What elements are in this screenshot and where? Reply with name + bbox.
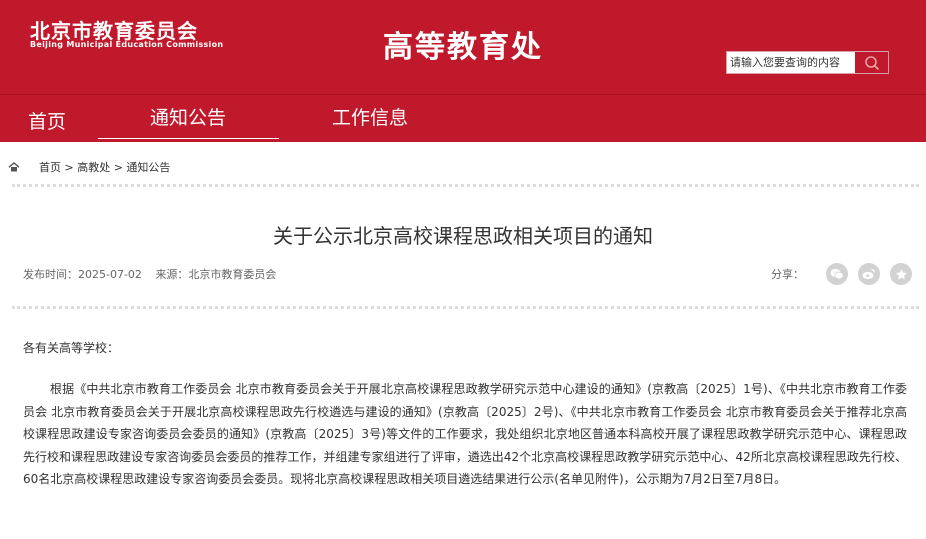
breadcrumb-text[interactable]: 首页 > 高教处 > 通知公告 [39,159,170,175]
share-bar: 分享： [771,263,912,285]
breadcrumb: 首页 > 高教处 > 通知公告 [8,158,170,176]
home-icon[interactable] [8,161,20,173]
wechat-icon[interactable] [826,263,848,285]
weibo-icon[interactable] [858,263,880,285]
article-source: 来源：北京市教育委员会 [155,268,277,281]
search-input[interactable] [727,52,855,73]
salutation: 各有关高等学校： [23,341,120,355]
site-header: 北京市教育委员会 Beijing Municipal Education Com… [0,0,926,94]
article-title: 关于公示北京高校课程思政相关项目的通知 [273,224,653,248]
main-nav: 首页 通知公告 工作信息 [0,94,926,142]
nav-item-home[interactable]: 首页 [28,107,66,134]
share-label: 分享： [771,268,804,281]
nav-item-notices[interactable]: 通知公告 [150,103,226,130]
article-paragraph: 根据《中共北京市教育工作委员会 北京市教育委员会关于开展北京高校课程思政教学研究… [23,382,907,486]
nav-item-work-info[interactable]: 工作信息 [332,103,408,130]
favorite-icon[interactable] [890,263,912,285]
search-icon [864,55,879,70]
divider [12,306,919,309]
nav-active-indicator [98,138,279,139]
divider [12,184,919,187]
article-meta: 发布时间：2025-07-02 来源：北京市教育委员会 [23,266,286,282]
publish-time: 发布时间：2025-07-02 [23,268,142,281]
search-button[interactable] [855,52,888,73]
search-box [726,51,889,74]
